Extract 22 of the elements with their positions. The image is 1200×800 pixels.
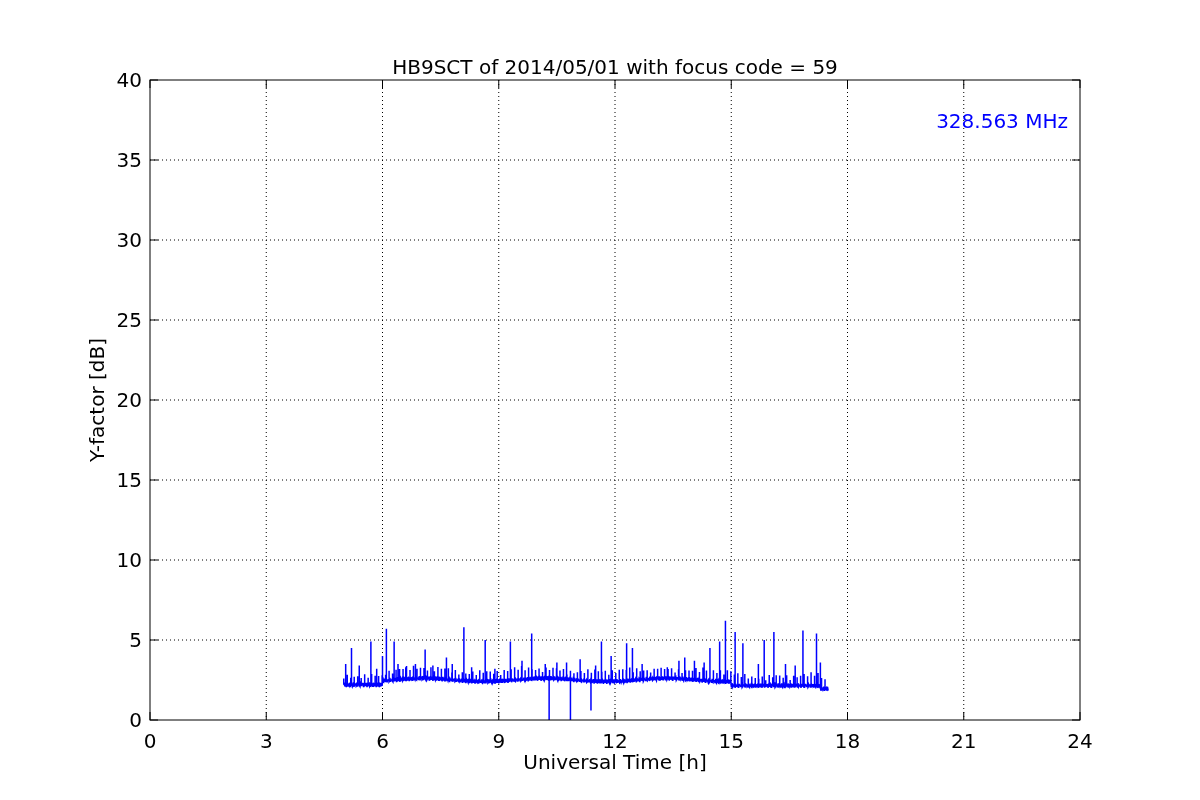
- y-tick-label: 40: [116, 68, 142, 92]
- x-tick-label: 0: [143, 729, 157, 753]
- x-tick-label: 12: [602, 729, 628, 753]
- y-tick-label: 15: [116, 468, 142, 492]
- x-tick-label: 3: [259, 729, 273, 753]
- chart-title: HB9SCT of 2014/05/01 with focus code = 59: [392, 55, 838, 79]
- y-tick-label: 20: [116, 388, 142, 412]
- y-tick-label: 30: [116, 228, 142, 252]
- x-tick-label: 18: [834, 729, 861, 753]
- y-tick-label: 25: [116, 308, 142, 332]
- y-tick-label: 5: [129, 628, 142, 652]
- x-axis-label: Universal Time [h]: [523, 750, 707, 774]
- frequency-label: 328.563 MHz: [936, 109, 1068, 133]
- y-tick-label: 0: [129, 708, 142, 732]
- x-tick-label: 24: [1067, 729, 1093, 753]
- y-tick-label: 35: [116, 148, 142, 172]
- x-tick-label: 21: [951, 729, 977, 753]
- x-tick-label: 9: [492, 729, 506, 753]
- y-axis-label: Y-factor [dB]: [85, 338, 109, 462]
- x-tick-label: 6: [376, 729, 389, 753]
- y-tick-label: 10: [116, 548, 142, 572]
- x-tick-label: 15: [718, 729, 744, 753]
